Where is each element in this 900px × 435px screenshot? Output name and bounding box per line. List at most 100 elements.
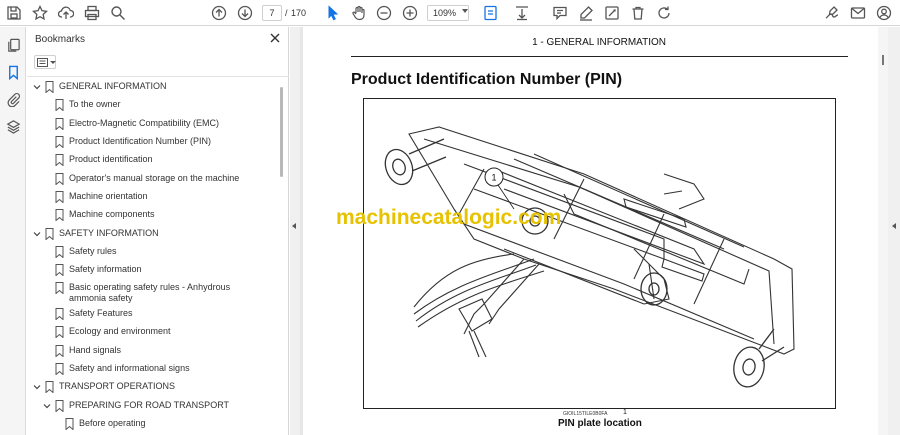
comment-icon[interactable] [550, 3, 570, 23]
bookmark-item[interactable]: PREPARING FOR ROAD TRANSPORT [27, 398, 279, 416]
bookmark-label: Safety information [69, 264, 142, 274]
rotate-icon[interactable] [654, 3, 674, 23]
bookmark-icon [55, 154, 64, 166]
chevron-down-icon[interactable] [33, 230, 41, 238]
bookmark-label: Operator's manual storage on the machine [69, 173, 240, 183]
bookmark-item[interactable]: Hand signals [27, 343, 279, 361]
sign-icon[interactable] [822, 3, 842, 23]
chevron-down-icon[interactable] [462, 9, 468, 13]
vertical-scrollbar[interactable] [878, 27, 888, 435]
bookmark-label: Safety rules [69, 246, 117, 256]
bookmark-icon [65, 418, 74, 430]
page-number-input[interactable]: 7 [262, 5, 282, 21]
scroll-mode-icon[interactable] [512, 3, 532, 23]
bookmark-icon [55, 118, 64, 130]
print-icon[interactable] [82, 3, 102, 23]
bookmark-icon [55, 173, 64, 185]
bookmark-icon [55, 264, 64, 276]
bookmark-icon [55, 400, 64, 412]
search-icon[interactable] [108, 3, 128, 23]
page-thumbnails-icon[interactable] [4, 36, 22, 54]
layers-icon[interactable] [4, 117, 22, 135]
bookmark-item[interactable]: Machine components [27, 207, 279, 225]
zoom-out-icon[interactable] [374, 3, 394, 23]
previous-page-icon[interactable] [209, 3, 229, 23]
bookmark-icon [55, 326, 64, 338]
bookmark-item[interactable]: TRANSPORT OPERATIONS [27, 379, 279, 397]
right-panel-toggle[interactable] [888, 27, 900, 435]
bookmark-item[interactable]: Product identification [27, 152, 279, 170]
collapse-panel-icon[interactable] [292, 223, 296, 229]
save-icon[interactable] [4, 3, 24, 23]
page-display-icon[interactable] [481, 3, 501, 23]
bookmark-label: Machine orientation [69, 191, 148, 201]
chevron-down-icon [50, 61, 56, 64]
chevron-down-icon[interactable] [33, 83, 41, 91]
bookmark-item[interactable]: GENERAL INFORMATION [27, 79, 279, 97]
bookmark-star-icon[interactable] [30, 3, 50, 23]
bookmark-icon [55, 345, 64, 357]
hand-tool-icon[interactable] [349, 3, 369, 23]
zoom-select[interactable]: 109% [427, 5, 469, 21]
bookmark-label: SAFETY INFORMATION [59, 228, 159, 238]
next-page-icon[interactable] [235, 3, 255, 23]
bookmark-label: Product Identification Number (PIN) [69, 136, 212, 146]
bookmark-label: PREPARING FOR ROAD TRANSPORT [69, 400, 230, 410]
bookmark-label: Product identification [69, 154, 153, 164]
draw-tool-icon[interactable] [602, 3, 622, 23]
expand-panel-icon[interactable] [892, 223, 896, 229]
bookmark-item[interactable]: Basic operating safety rules - Anhydrous… [27, 280, 279, 303]
highlight-pen-icon[interactable] [576, 3, 596, 23]
bookmark-label: GENERAL INFORMATION [59, 81, 167, 91]
figure-frame: 1 [363, 98, 836, 409]
bookmark-item[interactable]: Machine orientation [27, 189, 279, 207]
close-icon[interactable] [269, 32, 281, 44]
panel-splitter[interactable] [290, 27, 300, 435]
bookmark-icon [55, 99, 64, 111]
chevron-down-icon[interactable] [33, 383, 41, 391]
bookmark-icon [55, 308, 64, 320]
delete-icon[interactable] [628, 3, 648, 23]
bookmarks-title: Bookmarks [35, 34, 86, 45]
page-title: Product Identification Number (PIN) [351, 71, 623, 88]
page-separator: / [285, 8, 288, 18]
divider [27, 76, 289, 77]
email-icon[interactable] [848, 3, 868, 23]
bookmark-item[interactable]: Safety information [27, 262, 279, 280]
bookmark-item[interactable]: Safety and informational signs [27, 361, 279, 379]
bookmark-label: TRANSPORT OPERATIONS [59, 381, 176, 391]
zoom-in-icon[interactable] [400, 3, 420, 23]
bookmark-item[interactable]: Ecology and environment [27, 324, 279, 342]
bookmark-item[interactable]: Operator's manual storage on the machine [27, 171, 279, 189]
scrollbar-thumb[interactable] [882, 55, 884, 65]
account-icon[interactable] [874, 3, 894, 23]
cultivator-illustration: 1 [384, 126, 795, 388]
figure-code: GIOIL15TILE0B0FA [563, 411, 608, 417]
chevron-down-icon[interactable] [43, 402, 51, 410]
bookmark-item[interactable]: Before operating [27, 416, 279, 434]
bookmark-label: Machine components [69, 209, 155, 219]
bookmark-item[interactable]: Safety Features [27, 306, 279, 324]
bookmark-item[interactable]: Electro-Magnetic Compatibility (EMC) [27, 116, 279, 134]
bookmarks-scrollbar[interactable] [280, 87, 283, 177]
bookmark-icon [55, 363, 64, 375]
watermark: machinecatalogic.com [336, 206, 562, 229]
bookmark-item[interactable]: SAFETY INFORMATION [27, 226, 279, 244]
cloud-upload-icon[interactable] [56, 3, 76, 23]
bookmark-label: Basic operating safety rules - Anhydrous… [69, 282, 231, 303]
page-total: 170 [291, 8, 307, 18]
bookmark-item[interactable]: Product Identification Number (PIN) [27, 134, 279, 152]
attachments-icon[interactable] [4, 90, 22, 108]
bookmark-options-button[interactable] [34, 55, 56, 69]
left-navigation-rail [0, 27, 26, 435]
header-rule [351, 56, 848, 57]
document-viewport[interactable]: 1 - GENERAL INFORMATION Product Identifi… [300, 27, 878, 435]
bookmark-item[interactable]: To the owner [27, 97, 279, 115]
select-cursor-icon[interactable] [323, 3, 343, 23]
bookmark-icon [45, 81, 54, 93]
bookmarks-panel: Bookmarks GENERAL INFORMATION To the owne… [27, 27, 289, 435]
bookmarks-panel-icon[interactable] [4, 63, 22, 81]
bookmark-label: Safety Features [69, 308, 133, 318]
bookmark-icon [55, 209, 64, 221]
bookmark-item[interactable]: Safety rules [27, 244, 279, 262]
